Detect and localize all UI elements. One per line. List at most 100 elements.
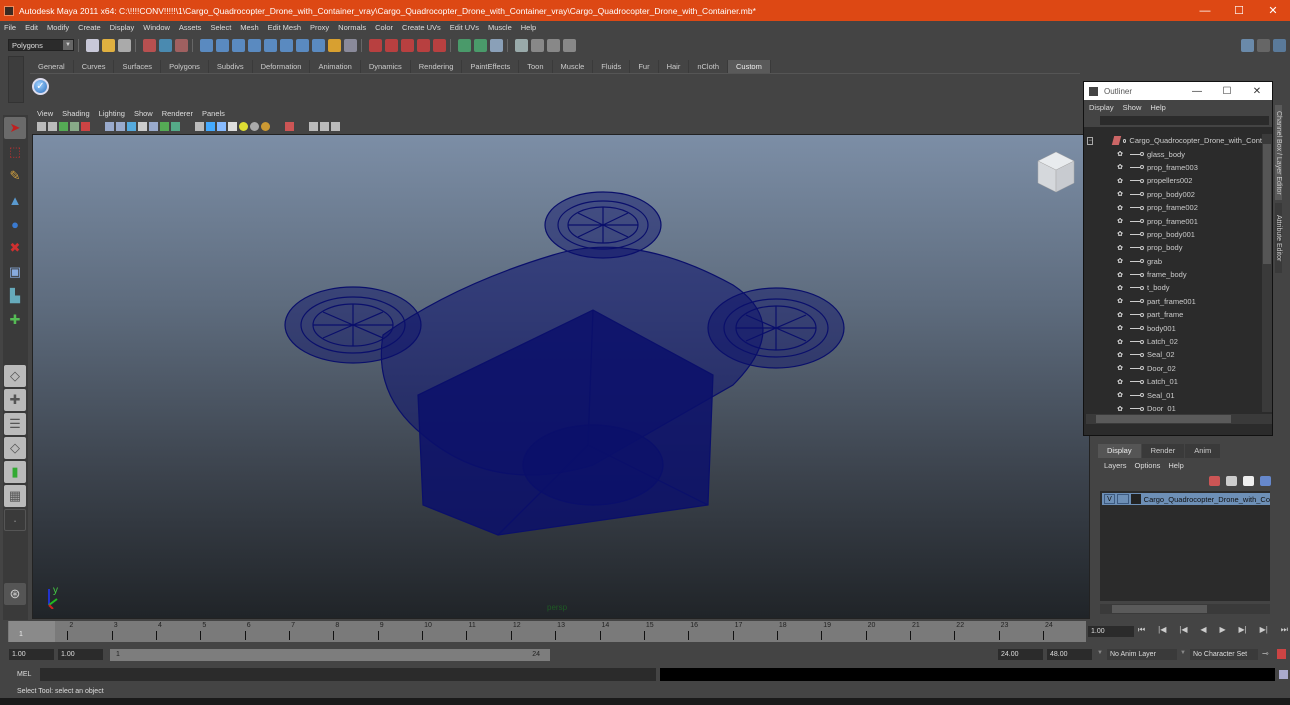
scrollbar-thumb[interactable] bbox=[1263, 144, 1271, 264]
show-manipulator-icon[interactable]: ✚ bbox=[4, 309, 26, 331]
share-icon[interactable] bbox=[331, 122, 340, 131]
step-forward-key-button[interactable]: ▶| bbox=[1239, 625, 1247, 637]
bookmarks-icon[interactable] bbox=[59, 122, 68, 131]
move-layer-up-icon[interactable] bbox=[1209, 476, 1220, 486]
animation-preferences-icon[interactable] bbox=[1277, 649, 1286, 659]
show-attribute-editor-icon[interactable] bbox=[1241, 38, 1254, 52]
hypershade-persp-layout-icon[interactable]: ▮ bbox=[4, 461, 26, 483]
panel-menu-panels[interactable]: Panels bbox=[202, 109, 225, 118]
four-view-layout-icon[interactable]: ✚ bbox=[4, 389, 26, 411]
textured-icon[interactable] bbox=[228, 122, 237, 131]
panel-menu-renderer[interactable]: Renderer bbox=[162, 109, 193, 118]
outliner-menu-help[interactable]: Help bbox=[1150, 103, 1165, 112]
minimize-button[interactable]: — bbox=[1188, 5, 1222, 17]
menu-create-uvs[interactable]: Create UVs bbox=[402, 23, 441, 32]
outliner-item[interactable]: ✿ prop_body002 bbox=[1084, 188, 1262, 201]
image-plane-icon[interactable] bbox=[70, 122, 79, 131]
single-perspective-layout-icon[interactable]: ◇ bbox=[4, 365, 26, 387]
show-tool-settings-icon[interactable] bbox=[1257, 38, 1270, 52]
outliner-item[interactable]: ✿ Seal_02 bbox=[1084, 348, 1262, 361]
ipr-render-icon[interactable] bbox=[547, 38, 560, 52]
outliner-vertical-scrollbar[interactable] bbox=[1262, 134, 1272, 412]
safe-action-icon[interactable] bbox=[160, 122, 169, 131]
step-forward-frame-button[interactable]: ▶| bbox=[1260, 625, 1268, 637]
new-empty-layer-icon[interactable] bbox=[1243, 476, 1254, 486]
lasso-tool-icon[interactable]: ⬚ bbox=[4, 141, 26, 163]
go-to-start-button[interactable]: ⏮ bbox=[1138, 625, 1145, 637]
output-ops-icon[interactable] bbox=[474, 38, 487, 52]
universal-manipulator-icon[interactable]: ▣ bbox=[4, 261, 26, 283]
playback-start-field[interactable]: 1.00 bbox=[58, 649, 103, 660]
maya-logo-icon[interactable]: ⊛ bbox=[4, 583, 26, 605]
panel-menu-lighting[interactable]: Lighting bbox=[99, 109, 125, 118]
outliner-persp-layout-icon[interactable]: ☰ bbox=[4, 413, 26, 435]
shelf-tab-curves[interactable]: Curves bbox=[74, 60, 115, 73]
layer-tab-display[interactable]: Display bbox=[1098, 444, 1141, 458]
shelf-tab-hair[interactable]: Hair bbox=[659, 60, 690, 73]
outliner-item[interactable]: ✿ Latch_02 bbox=[1084, 335, 1262, 348]
menu-edit[interactable]: Edit bbox=[25, 23, 38, 32]
view-cube[interactable] bbox=[1036, 150, 1076, 194]
select-rendering-icon[interactable] bbox=[296, 38, 309, 52]
menu-select[interactable]: Select bbox=[210, 23, 231, 32]
outliner-filter-field[interactable] bbox=[1084, 114, 1272, 127]
select-hierarchy-icon[interactable] bbox=[143, 38, 156, 52]
outliner-minimize-button[interactable]: — bbox=[1182, 86, 1212, 97]
shelf-tab-rendering[interactable]: Rendering bbox=[411, 60, 463, 73]
outliner-item[interactable]: ✿ prop_frame003 bbox=[1084, 161, 1262, 174]
menu-modify[interactable]: Modify bbox=[47, 23, 69, 32]
outliner-item[interactable]: ✿ Seal_01 bbox=[1084, 388, 1262, 401]
shelf-tab-dynamics[interactable]: Dynamics bbox=[361, 60, 411, 73]
maximize-button[interactable]: ☐ bbox=[1222, 4, 1256, 17]
layer-color-swatch[interactable] bbox=[1130, 494, 1141, 504]
menu-help[interactable]: Help bbox=[521, 23, 536, 32]
menu-edit-uvs[interactable]: Edit UVs bbox=[450, 23, 479, 32]
outliner-item[interactable]: ✿ t_body bbox=[1084, 281, 1262, 294]
end-time-field[interactable]: 48.00 bbox=[1047, 649, 1092, 660]
anim-layer-selector[interactable]: No Anim Layer bbox=[1107, 649, 1177, 660]
character-set-selector[interactable]: No Character Set bbox=[1190, 649, 1258, 660]
shelf-tab-subdivs[interactable]: Subdivs bbox=[209, 60, 253, 73]
select-surface-icon[interactable] bbox=[248, 38, 261, 52]
xray-icon[interactable] bbox=[309, 122, 318, 131]
make-live-icon[interactable] bbox=[433, 38, 446, 52]
outliner-menu-show[interactable]: Show bbox=[1123, 103, 1142, 112]
outliner-item[interactable]: ✿ Door_01 bbox=[1084, 402, 1262, 412]
play-backwards-button[interactable]: ◀ bbox=[1200, 625, 1206, 637]
scrollbar-thumb[interactable] bbox=[1096, 415, 1231, 423]
shelf-tab-toon[interactable]: Toon bbox=[519, 60, 553, 73]
menu-display[interactable]: Display bbox=[110, 23, 135, 32]
outliner-item[interactable]: ✿ Latch_01 bbox=[1084, 375, 1262, 388]
high-quality-icon[interactable] bbox=[261, 122, 270, 131]
menu-muscle[interactable]: Muscle bbox=[488, 23, 512, 32]
channel-box-layer-editor-tab[interactable]: Channel Box / Layer Editor bbox=[1275, 105, 1282, 200]
snap-view-plane-icon[interactable] bbox=[417, 38, 430, 52]
layer-playback-toggle[interactable] bbox=[1116, 494, 1129, 504]
outliner-item[interactable]: ✿ propellers002 bbox=[1084, 174, 1262, 187]
outliner-maximize-button[interactable]: ☐ bbox=[1212, 86, 1242, 97]
outliner-item[interactable]: ✿ prop_body001 bbox=[1084, 228, 1262, 241]
drone-wireframe-model[interactable] bbox=[33, 135, 1090, 619]
soft-modification-icon[interactable]: ▙ bbox=[4, 285, 26, 307]
shelf-tab-muscle[interactable]: Muscle bbox=[553, 60, 594, 73]
outliner-item[interactable]: ✿ Door_02 bbox=[1084, 362, 1262, 375]
render-current-icon[interactable] bbox=[531, 38, 544, 52]
save-scene-icon[interactable] bbox=[118, 38, 131, 52]
open-scene-icon[interactable] bbox=[102, 38, 115, 52]
scrollbar-thumb[interactable] bbox=[1112, 605, 1207, 613]
layer-tab-anim[interactable]: Anim bbox=[1185, 444, 1221, 458]
outliner-menu-display[interactable]: Display bbox=[1089, 103, 1114, 112]
menu-color[interactable]: Color bbox=[375, 23, 393, 32]
input-ops-icon[interactable] bbox=[458, 38, 471, 52]
select-dynamic-icon[interactable] bbox=[280, 38, 293, 52]
close-button[interactable]: ✕ bbox=[1256, 4, 1290, 17]
menu-proxy[interactable]: Proxy bbox=[310, 23, 329, 32]
snap-point-icon[interactable] bbox=[401, 38, 414, 52]
menu-edit-mesh[interactable]: Edit Mesh bbox=[268, 23, 301, 32]
safe-title-icon[interactable] bbox=[171, 122, 180, 131]
go-to-end-button[interactable]: ⏭ bbox=[1281, 625, 1288, 637]
outliner-close-button[interactable]: ✕ bbox=[1242, 86, 1272, 97]
shelf-tab-painteffects[interactable]: PaintEffects bbox=[462, 60, 520, 73]
shelf-options-handle[interactable] bbox=[8, 56, 24, 103]
field-chart-icon[interactable] bbox=[149, 122, 158, 131]
